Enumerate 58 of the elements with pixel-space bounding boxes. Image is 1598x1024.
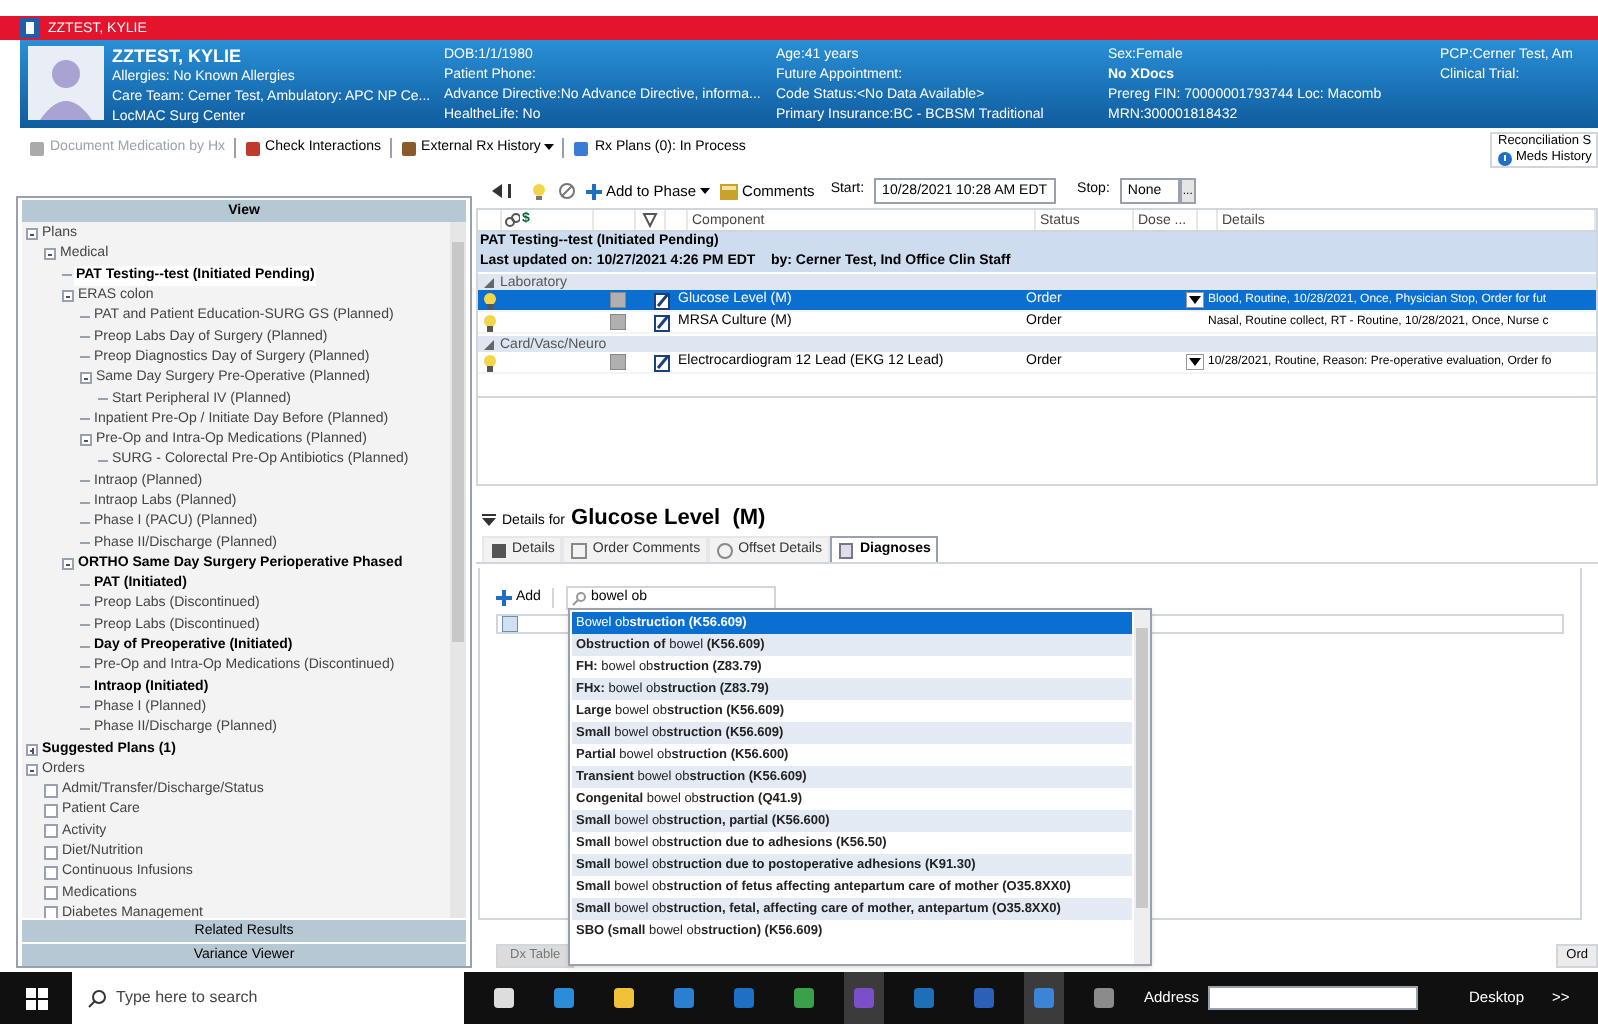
avatar-silhouette-icon	[28, 46, 104, 120]
collapse-toggle-icon[interactable]	[62, 290, 74, 303]
collapse-toggle-icon[interactable]	[80, 372, 92, 385]
prohibit-icon	[558, 182, 576, 200]
app-square-icon	[672, 986, 696, 1010]
checkbox[interactable]	[44, 886, 58, 901]
app-square-icon	[852, 986, 876, 1010]
toolbar-icon	[572, 139, 591, 157]
plus-icon	[586, 183, 602, 199]
app-square-icon	[912, 986, 936, 1010]
app-square-icon	[552, 986, 576, 1010]
search-icon	[572, 591, 587, 605]
collapse-toggle-icon[interactable]	[62, 557, 74, 570]
app-square-icon	[732, 986, 756, 1010]
taskbar-search-field[interactable]: Type here to search	[72, 972, 464, 1024]
app-square-icon	[612, 986, 636, 1010]
collapse-toggle-icon[interactable]	[26, 228, 38, 241]
collapse-icon	[482, 514, 496, 528]
toolbar-icon	[28, 139, 46, 157]
windows-logo-icon	[25, 987, 47, 1009]
app-square-icon	[1092, 986, 1116, 1010]
tab-icon	[716, 541, 735, 559]
checkbox[interactable]	[44, 865, 58, 880]
scrollbar[interactable]	[1134, 610, 1150, 964]
app-logo-icon	[20, 18, 40, 38]
lightbulb-icon	[482, 353, 498, 371]
lightbulb-icon	[530, 182, 548, 200]
tab-icon	[837, 541, 856, 559]
collapse-toggle-icon[interactable]	[80, 434, 92, 447]
scrollbar[interactable]	[450, 222, 466, 918]
app-square-icon	[492, 986, 516, 1010]
toolbar-icon	[399, 139, 418, 157]
checkbox[interactable]	[44, 824, 58, 839]
collapse-toggle-icon[interactable]	[44, 248, 56, 261]
tab-icon	[570, 541, 589, 559]
collapse-toggle-icon[interactable]	[26, 763, 38, 776]
comments-icon	[720, 183, 739, 199]
lightbulb-icon	[482, 313, 498, 331]
checkbox[interactable]	[44, 783, 58, 798]
address-field[interactable]	[1207, 986, 1418, 1010]
toolbar-icon	[243, 139, 262, 157]
lightbulb-icon	[482, 291, 498, 309]
link-icon	[502, 212, 522, 228]
grid-edit-icon	[498, 616, 522, 632]
app-square-icon	[972, 986, 996, 1010]
caret-icon	[700, 187, 711, 195]
checkbox[interactable]	[44, 906, 58, 918]
app-square-icon	[792, 986, 816, 1010]
caret-icon	[544, 144, 555, 152]
patient-name: ZZTEST, KYLIE	[112, 46, 244, 68]
checkbox[interactable]	[44, 803, 58, 818]
expand-toggle-icon[interactable]	[26, 743, 38, 756]
tab-icon	[490, 541, 508, 559]
app-square-icon	[1032, 986, 1056, 1010]
search-icon	[88, 989, 106, 1007]
details-title: Glucose Level (M)	[571, 506, 766, 532]
plus-icon	[496, 590, 512, 606]
checkbox[interactable]	[44, 845, 58, 860]
